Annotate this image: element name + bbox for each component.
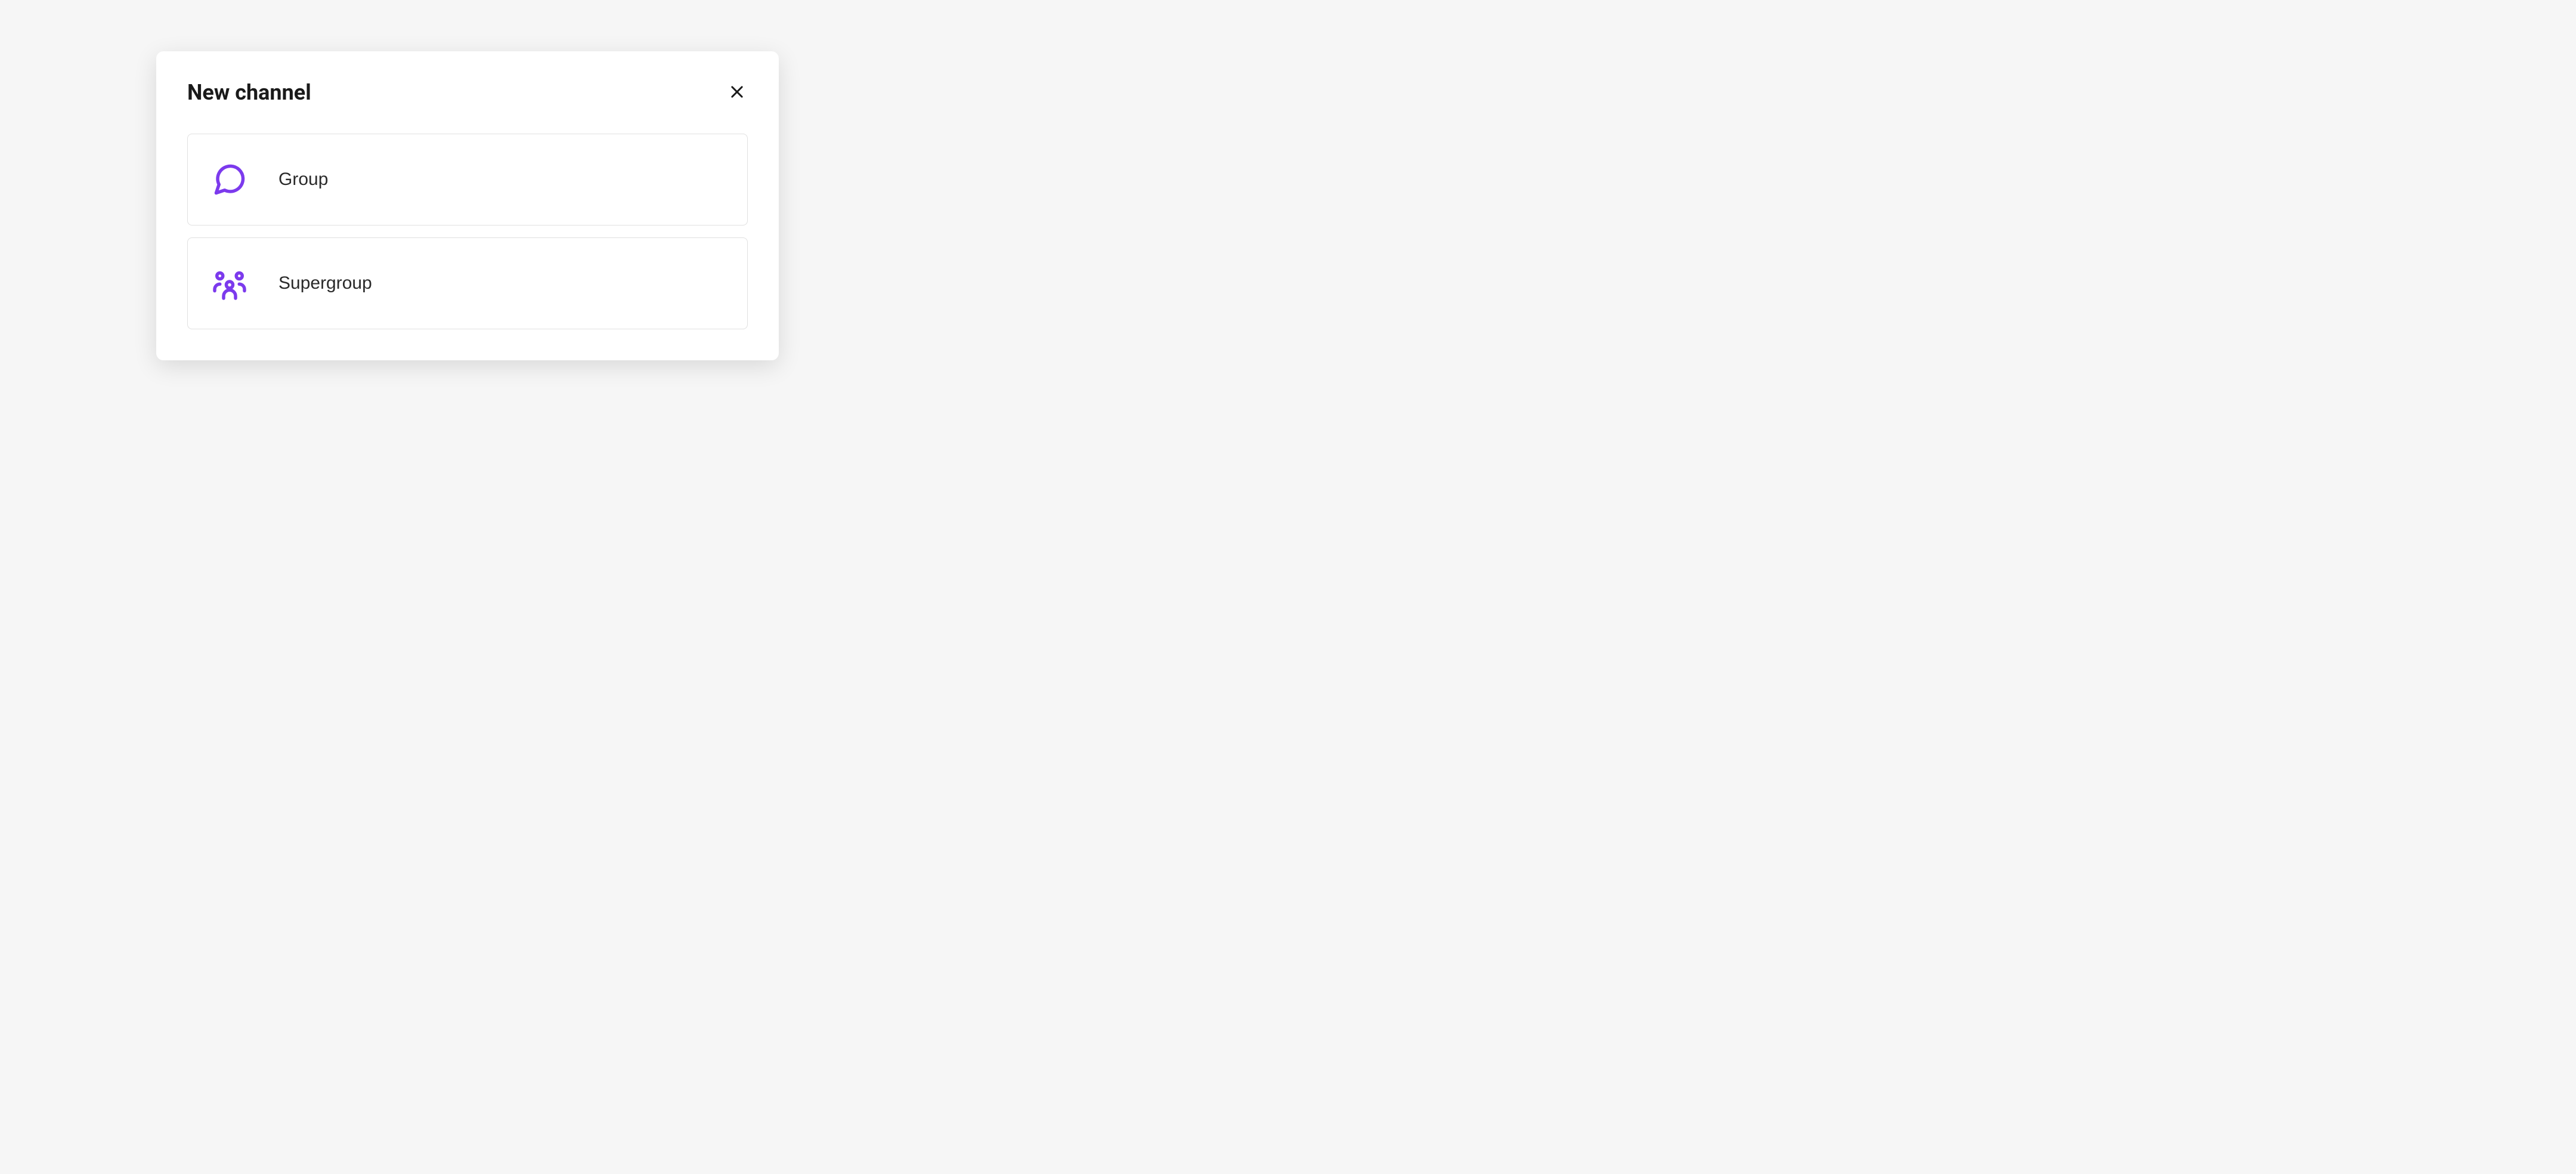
modal-header: New channel [187, 80, 748, 105]
option-label: Group [278, 169, 328, 190]
modal-title: New channel [187, 80, 311, 105]
option-supergroup[interactable]: Supergroup [187, 237, 748, 329]
close-button[interactable] [726, 81, 748, 104]
channel-type-options: Group Supergroup [187, 134, 748, 329]
option-group[interactable]: Group [187, 134, 748, 225]
option-label: Supergroup [278, 273, 372, 294]
close-icon [729, 84, 745, 102]
speech-bubble-icon [212, 162, 247, 197]
new-channel-modal: New channel Group [156, 51, 779, 360]
users-group-icon [212, 265, 247, 301]
